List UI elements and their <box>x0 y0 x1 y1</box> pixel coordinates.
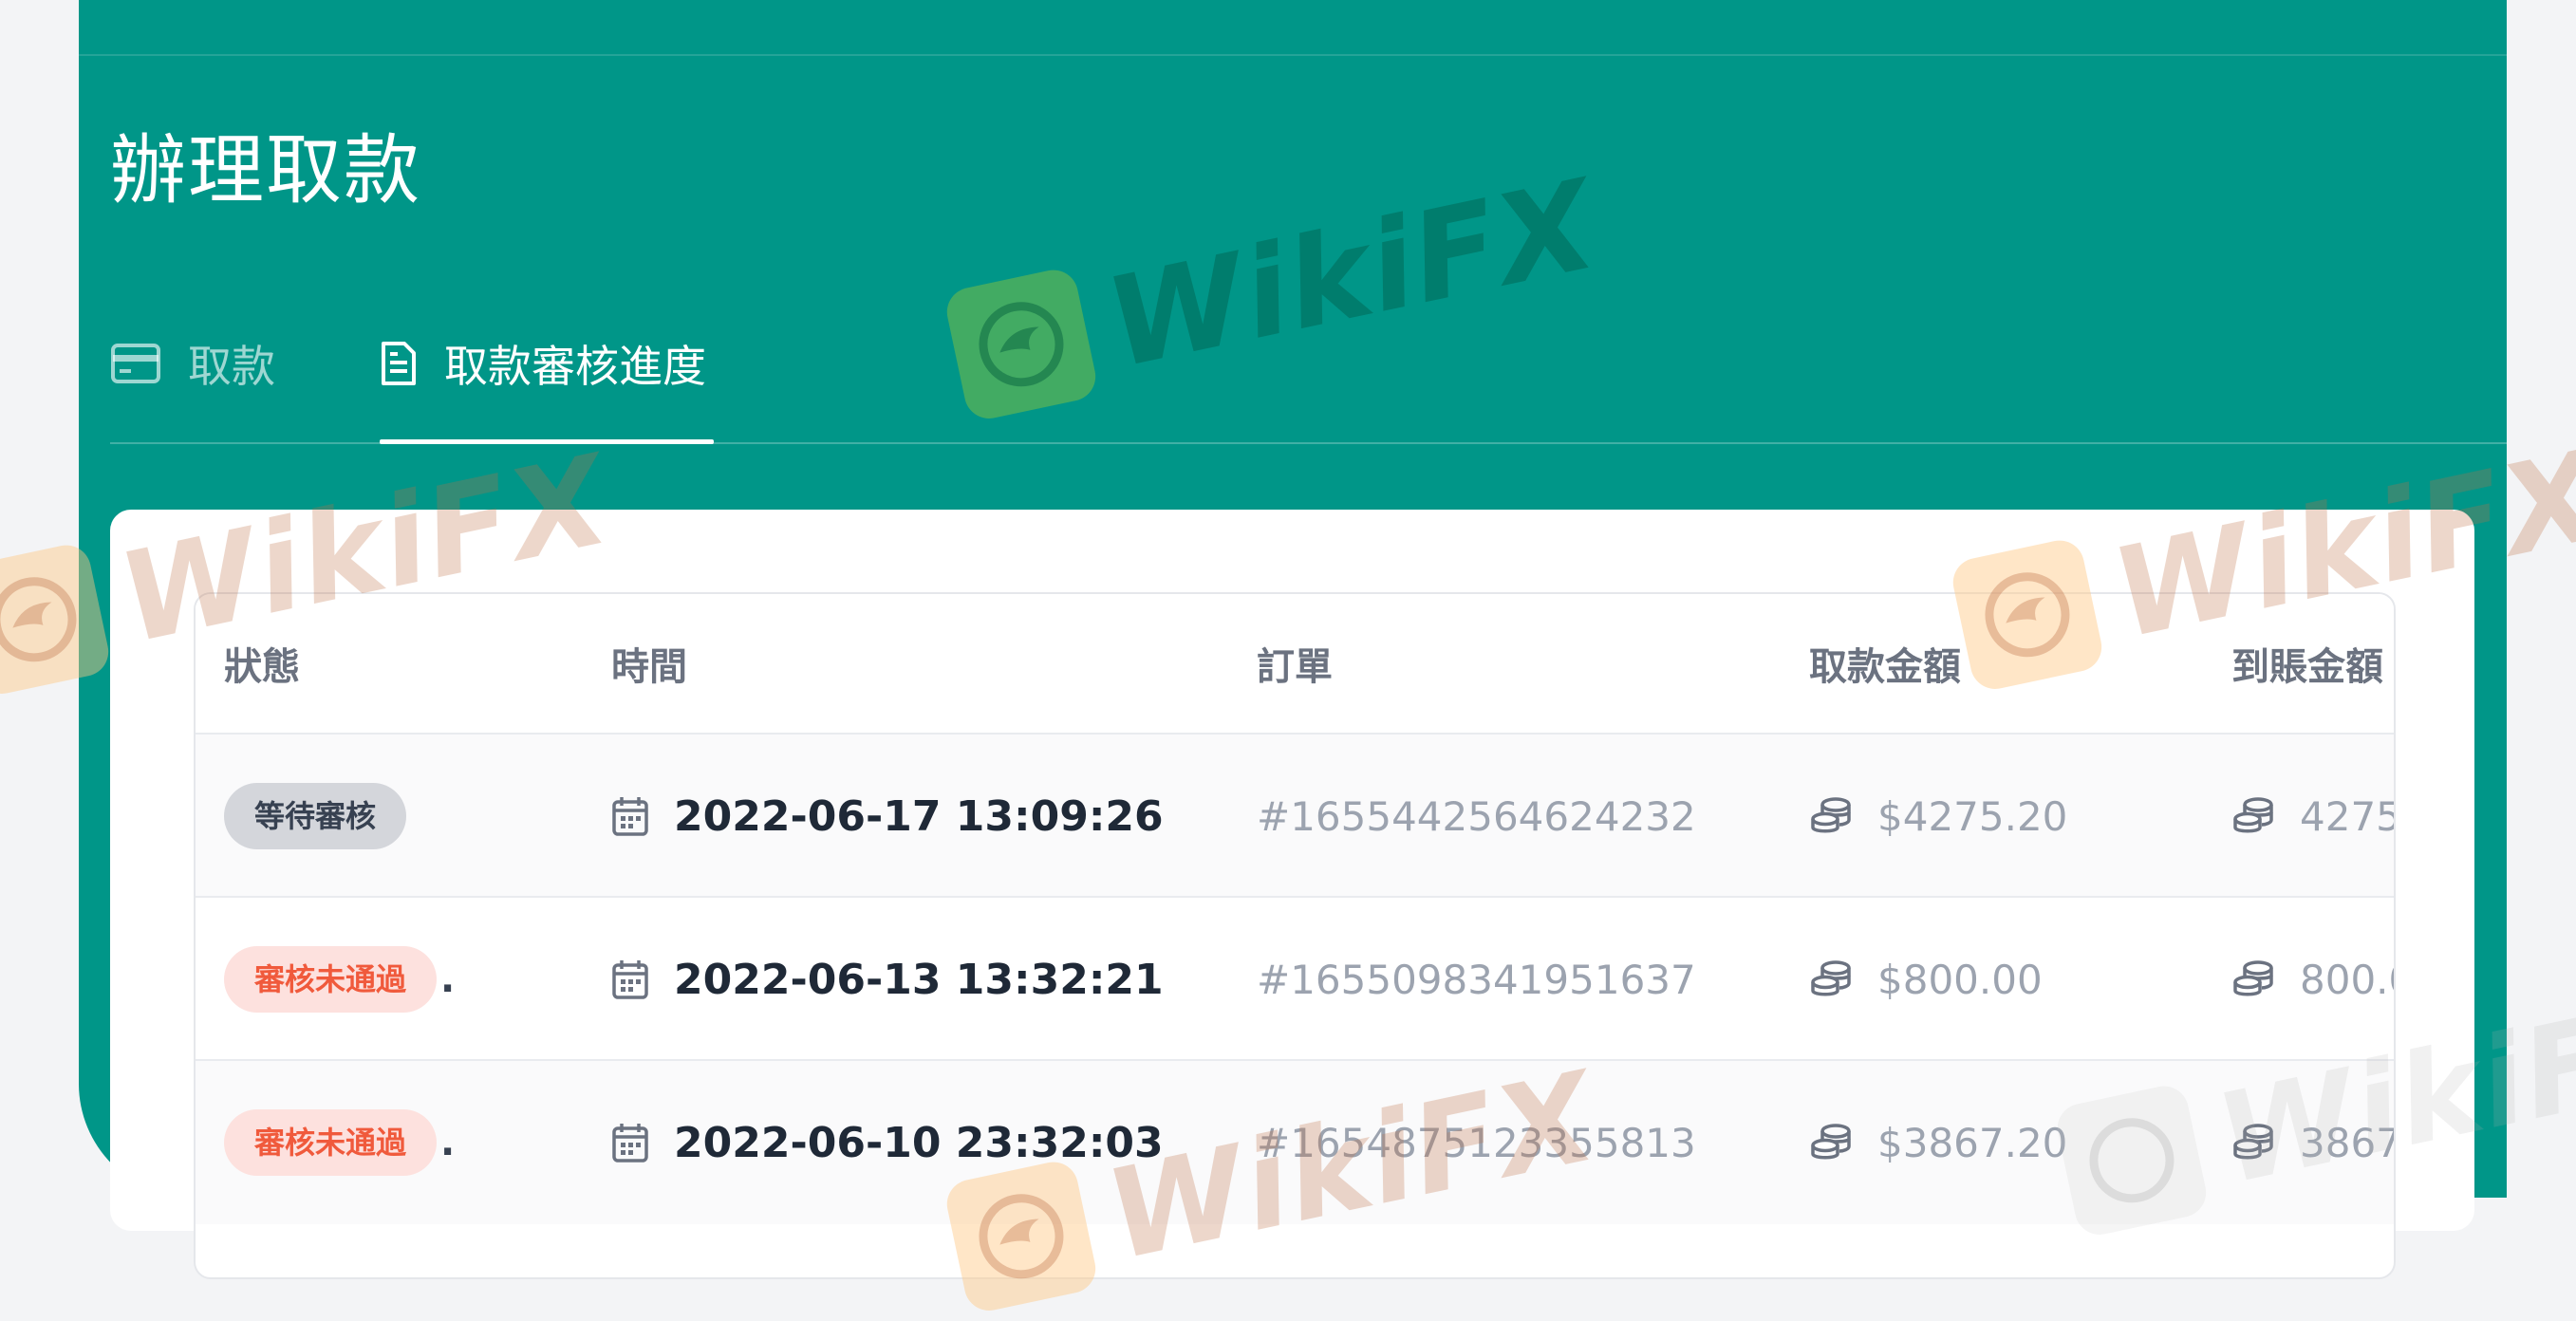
tab-withdraw[interactable]: 取款 <box>110 332 275 395</box>
row-received-amount: 3867 <box>2300 1119 2394 1166</box>
coins-icon <box>1809 959 1853 999</box>
table-row[interactable]: 審核未通過 . 2022-06-13 13:32:21 #16550983419… <box>196 896 2394 1061</box>
row-order-id: #1655442564624232 <box>1257 792 1696 840</box>
row-received-amount: 800.0 <box>2300 956 2394 1003</box>
row-time: 2022-06-13 13:32:21 <box>674 955 1164 1004</box>
page-title: 辦理取款 <box>110 126 421 214</box>
calendar-icon <box>611 795 649 837</box>
tab-withdraw-progress-label: 取款審核進度 <box>444 341 706 392</box>
active-tab-indicator <box>380 439 714 444</box>
tab-withdraw-progress[interactable]: 取款審核進度 <box>380 332 706 395</box>
coins-icon <box>1809 796 1853 836</box>
row-time: 2022-06-10 23:32:03 <box>674 1118 1164 1167</box>
status-badge: 審核未通過 <box>224 1109 438 1176</box>
coins-icon <box>2231 959 2275 999</box>
coins-icon <box>1809 1123 1853 1163</box>
tab-withdraw-label: 取款 <box>188 341 275 392</box>
table-row[interactable]: 審核未通過 . 2022-06-10 23:32:03 #16548751233… <box>196 1059 2394 1224</box>
top-divider <box>79 54 2507 56</box>
row-order-id: #1654875123355813 <box>1257 1119 1696 1166</box>
row-withdraw-amount: $800.00 <box>1877 956 2043 1003</box>
coins-icon <box>2231 796 2275 836</box>
header-withdraw-amount: 取款金額 <box>1809 645 1961 689</box>
row-received-amount: 4275 <box>2300 792 2394 840</box>
row-order-id: #1655098341951637 <box>1257 956 1696 1003</box>
row-withdraw-amount: $3867.20 <box>1877 1119 2068 1166</box>
header-received-amount: 到賬金額 <box>2231 645 2383 689</box>
calendar-icon <box>611 958 649 1000</box>
row-time: 2022-06-17 13:09:26 <box>674 791 1164 841</box>
withdrawal-records-table: 狀態 時間 訂單 取款金額 到賬金額 等待審核 2022-06-17 13:09… <box>194 592 2396 1279</box>
status-badge: 等待審核 <box>224 783 407 849</box>
header-status: 狀態 <box>224 645 300 689</box>
table-row[interactable]: 等待審核 2022-06-17 13:09:26 #16554425646242… <box>196 733 2394 898</box>
status-suffix: . <box>440 958 456 1001</box>
document-icon <box>380 340 418 387</box>
calendar-icon <box>611 1122 649 1163</box>
header-order: 訂單 <box>1257 645 1333 689</box>
table-header-row: 狀態 時間 訂單 取款金額 到賬金額 <box>196 594 2394 733</box>
credit-card-icon <box>110 343 161 384</box>
status-badge: 審核未通過 <box>224 946 438 1013</box>
status-suffix: . <box>440 1121 456 1164</box>
row-withdraw-amount: $4275.20 <box>1877 792 2068 840</box>
coins-icon <box>2231 1123 2275 1163</box>
header-time: 時間 <box>611 645 687 689</box>
